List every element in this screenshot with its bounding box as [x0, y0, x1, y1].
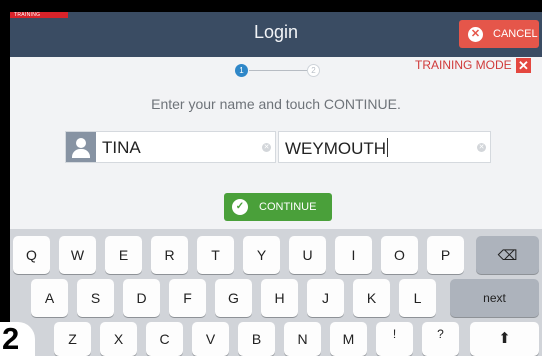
cancel-label: CANCEL: [493, 28, 538, 40]
key-h[interactable]: H: [261, 279, 298, 317]
key-exclamation[interactable]: !: [376, 322, 413, 356]
training-mode-label: TRAINING MODE: [415, 58, 512, 72]
clear-first-name-icon[interactable]: ✕: [262, 143, 271, 152]
key-f[interactable]: F: [169, 279, 206, 317]
key-question[interactable]: ?: [422, 322, 459, 356]
first-name-value: TINA: [102, 138, 141, 157]
onscreen-keyboard: Q W E R T Y U I O P ⌫ A S D F G H J K L …: [10, 229, 542, 356]
key-u[interactable]: U: [289, 236, 326, 274]
continue-label: CONTINUE: [259, 201, 317, 213]
device-frame: TRAINING Login ✕ CANCEL 1 2 TRAINING MOD…: [0, 0, 542, 356]
key-i[interactable]: I: [335, 236, 372, 274]
key-p[interactable]: P: [427, 236, 464, 274]
key-c[interactable]: C: [146, 322, 183, 356]
text-caret: [387, 138, 389, 157]
first-name-field[interactable]: TINA ✕: [65, 131, 276, 163]
name-input-row: TINA ✕ WEYMOUTH ✕: [65, 131, 491, 163]
key-o[interactable]: O: [381, 236, 418, 274]
backspace-key[interactable]: ⌫: [476, 236, 539, 274]
step-connector: [249, 70, 307, 71]
clear-last-name-icon[interactable]: ✕: [477, 143, 486, 152]
checkmark-icon: ✓: [232, 199, 248, 215]
step-indicator: 1 2: [235, 63, 325, 78]
key-k[interactable]: K: [353, 279, 390, 317]
key-w[interactable]: W: [59, 236, 96, 274]
cancel-button[interactable]: ✕ CANCEL: [459, 20, 539, 48]
step-number: 2: [2, 321, 20, 356]
header-bar: Login ✕ CANCEL: [10, 12, 542, 57]
next-key[interactable]: next: [450, 279, 539, 317]
key-n[interactable]: N: [284, 322, 321, 356]
step-2-dot: 2: [307, 64, 320, 77]
key-b[interactable]: B: [238, 322, 275, 356]
key-d[interactable]: D: [123, 279, 160, 317]
user-icon: [66, 132, 96, 162]
key-r[interactable]: R: [151, 236, 188, 274]
key-y[interactable]: Y: [243, 236, 280, 274]
last-name-value: WEYMOUTH: [285, 139, 387, 158]
key-q[interactable]: Q: [13, 236, 50, 274]
key-question-label: ?: [437, 327, 444, 341]
screen: TRAINING Login ✕ CANCEL 1 2 TRAINING MOD…: [10, 12, 542, 356]
key-t[interactable]: T: [197, 236, 234, 274]
x-circle-icon: ✕: [468, 26, 483, 42]
key-z[interactable]: Z: [54, 322, 91, 356]
training-ribbon: TRAINING: [10, 12, 68, 18]
last-name-field[interactable]: WEYMOUTH ✕: [278, 131, 491, 163]
key-l[interactable]: L: [399, 279, 436, 317]
key-j[interactable]: J: [307, 279, 344, 317]
last-name-value-wrap: WEYMOUTH: [285, 138, 389, 159]
key-exclamation-label: !: [392, 327, 397, 341]
key-s[interactable]: S: [77, 279, 114, 317]
key-g[interactable]: G: [215, 279, 252, 317]
key-m[interactable]: M: [330, 322, 367, 356]
key-v[interactable]: V: [192, 322, 229, 356]
instruction-text: Enter your name and touch CONTINUE.: [151, 96, 401, 112]
key-e[interactable]: E: [105, 236, 142, 274]
continue-button[interactable]: ✓ CONTINUE: [224, 193, 332, 221]
training-mode-close-button[interactable]: ✕: [516, 58, 531, 73]
key-x[interactable]: X: [100, 322, 137, 356]
step-1-dot: 1: [235, 64, 248, 77]
step-number-badge: 2: [0, 321, 35, 356]
key-a[interactable]: A: [31, 279, 68, 317]
shift-key[interactable]: ⬆: [470, 322, 539, 356]
